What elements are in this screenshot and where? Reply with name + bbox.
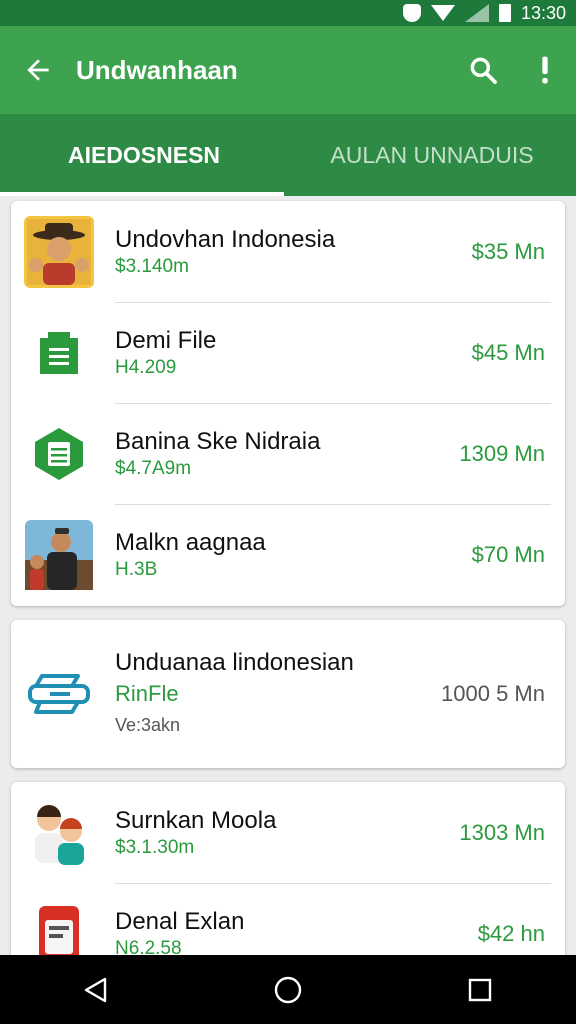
list-card: Surnkan Moola $3.1.30m 1303 Mn Denal Exl…: [11, 782, 565, 972]
circle-home-icon: [274, 976, 302, 1003]
search-icon: [470, 57, 497, 84]
item-price: $45 Mn: [471, 339, 545, 365]
list-item[interactable]: Malkn aagnaa H.3B $70 Mn: [11, 504, 565, 605]
status-icons: 13:30: [402, 0, 566, 26]
item-title: Unduanaa lindonesian: [115, 649, 354, 676]
list-item[interactable]: Surnkan Moola $3.1.30m 1303 Mn: [11, 782, 565, 883]
status-time: 13:30: [520, 2, 566, 23]
item-extra: Ve:3akn: [115, 715, 181, 735]
battery-icon: [498, 4, 511, 22]
list-item[interactable]: Banina Ske Nidraia $4.7A9m 1309 Mn: [11, 403, 565, 504]
system-nav-bar: [0, 955, 576, 1024]
file-icon: [24, 317, 94, 389]
item-subtitle: $4.7A9m: [115, 457, 192, 479]
tab-bar: AIEDOSNESN AULAN UNNADUIS: [0, 114, 576, 196]
arrow-back-icon: [27, 59, 49, 81]
nav-back-button[interactable]: [66, 960, 126, 1020]
man-photo-icon: [24, 519, 94, 591]
more-options-button[interactable]: [514, 26, 576, 114]
tab-label: AULAN UNNADUIS: [330, 141, 534, 168]
item-subtitle: H4.209: [115, 356, 177, 378]
app-bar: Undwanhaan: [0, 26, 576, 114]
nav-recents-button[interactable]: [450, 960, 510, 1020]
back-button[interactable]: [0, 26, 76, 114]
list-card: Undovhan Indonesia $3.140m $35 Mn Demi F…: [11, 201, 565, 606]
tab-active[interactable]: AIEDOSNESN: [0, 114, 288, 196]
tab-label: AIEDOSNESN: [67, 141, 221, 168]
item-price: $35 Mn: [471, 238, 545, 264]
list-item[interactable]: Undovhan Indonesia $3.140m $35 Mn: [11, 201, 565, 302]
person-hat-avatar-icon: [24, 215, 94, 288]
item-price: $42 hn: [477, 920, 545, 946]
item-title: Denal Exlan: [115, 907, 245, 935]
printer-icon: [24, 658, 94, 730]
triangle-back-icon: [84, 977, 107, 1002]
item-title: Surnkan Moola: [115, 806, 277, 834]
app-title: Undwanhaan: [76, 54, 238, 85]
item-price: 1000 5 Mn: [441, 681, 545, 706]
item-title: Malkn aagnaa: [115, 528, 266, 556]
wifi-icon: [430, 5, 455, 21]
list-item[interactable]: Unduanaa lindonesian RinFle Ve:3akn 1000…: [11, 620, 565, 768]
tab-indicator: [0, 192, 284, 196]
item-title: Undovhan Indonesia: [115, 225, 336, 253]
item-subtitle: H.3B: [115, 558, 158, 580]
nav-home-button[interactable]: [258, 960, 318, 1020]
file-hexagon-icon: [24, 418, 94, 490]
square-recents-icon: [468, 978, 492, 1001]
children-avatar-icon: [24, 797, 94, 869]
security-icon: [402, 4, 421, 22]
item-subtitle: $3.1.30m: [115, 836, 195, 858]
featured-card[interactable]: Unduanaa lindonesian RinFle Ve:3akn 1000…: [11, 620, 565, 768]
item-price: $70 Mn: [471, 541, 545, 567]
more-vert-icon: [542, 56, 548, 84]
tab-inactive[interactable]: AULAN UNNADUIS: [288, 114, 576, 196]
list-item[interactable]: Demi File H4.209 $45 Mn: [11, 302, 565, 403]
item-title: Banina Ske Nidraia: [115, 427, 321, 455]
item-subtitle: $3.140m: [115, 255, 189, 277]
item-price: 1303 Mn: [459, 819, 545, 845]
item-title: Demi File: [115, 326, 217, 354]
search-button[interactable]: [452, 26, 514, 114]
status-bar: 13:30: [0, 0, 576, 26]
item-subtitle: RinFle: [115, 681, 179, 706]
signal-icon: [464, 4, 489, 22]
item-price: 1309 Mn: [459, 440, 545, 466]
